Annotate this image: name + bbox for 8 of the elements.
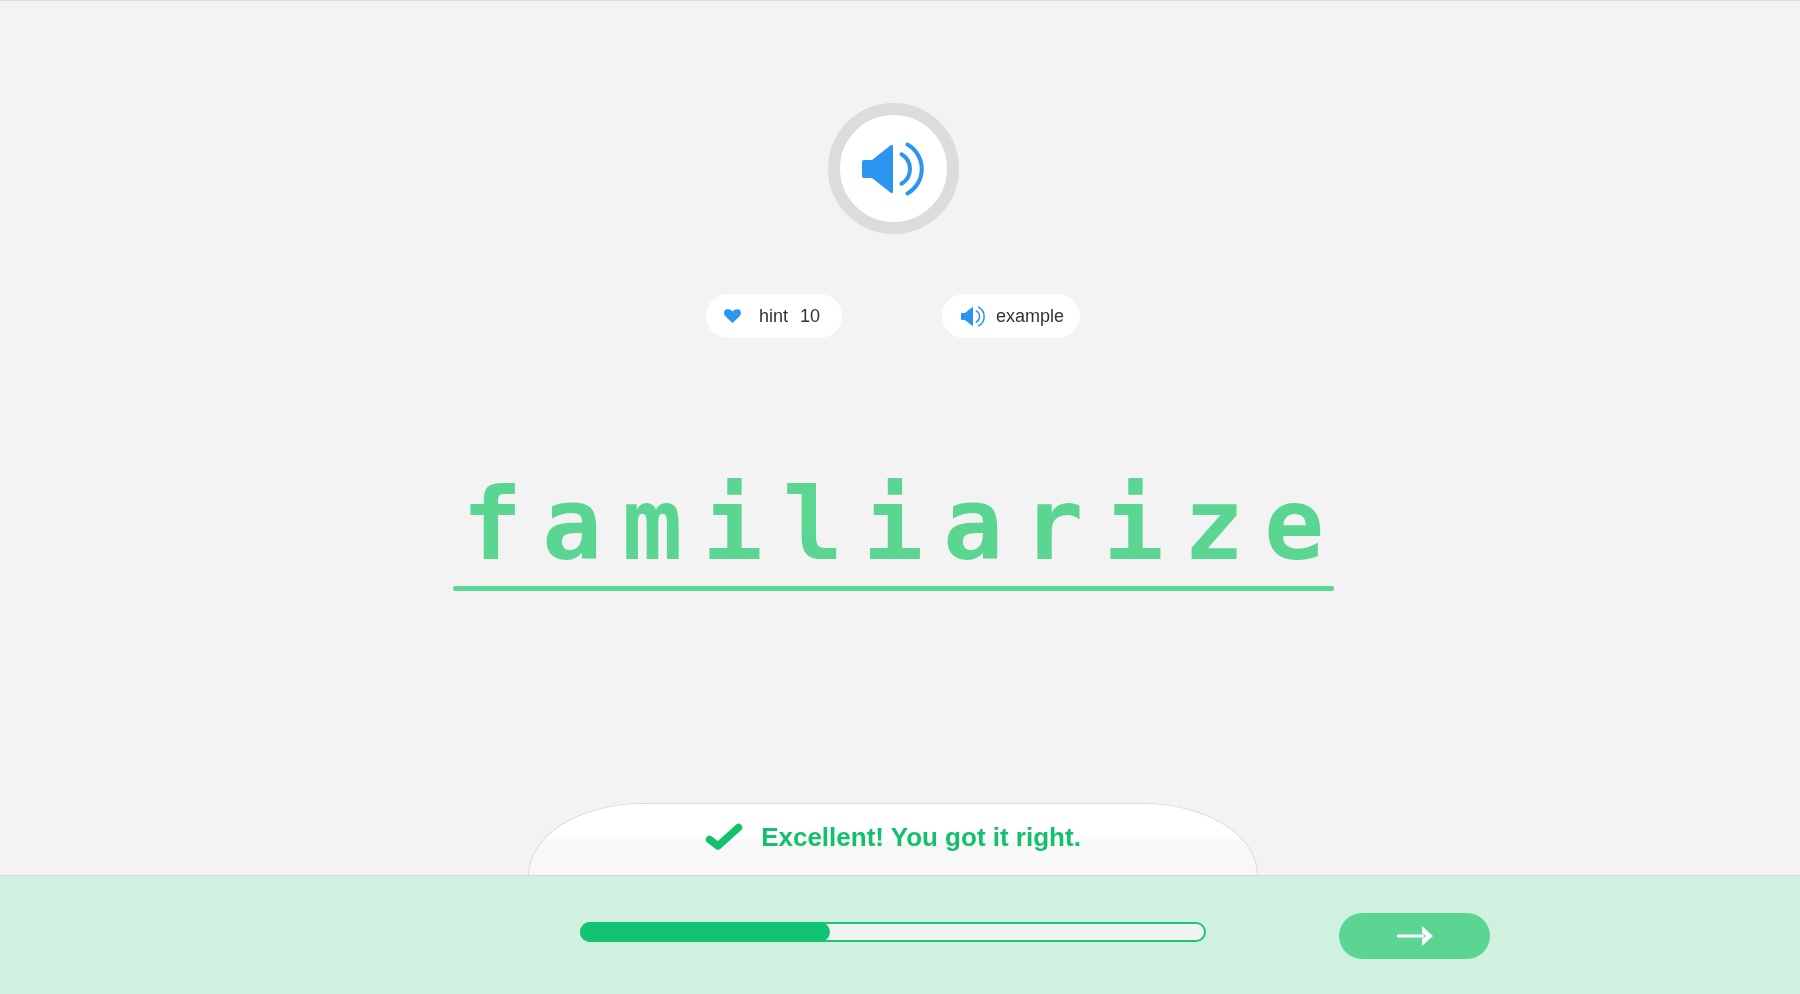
example-button[interactable]: example	[942, 294, 1081, 338]
speaker-icon	[961, 305, 985, 327]
feedback-message: Excellent! You got it right.	[761, 822, 1081, 852]
speaker-icon	[862, 141, 924, 196]
arrow-right-icon	[1396, 926, 1433, 946]
next-button[interactable]	[1339, 913, 1490, 959]
heart-icon	[723, 309, 741, 323]
hint-button[interactable]: hint 10	[705, 294, 842, 338]
